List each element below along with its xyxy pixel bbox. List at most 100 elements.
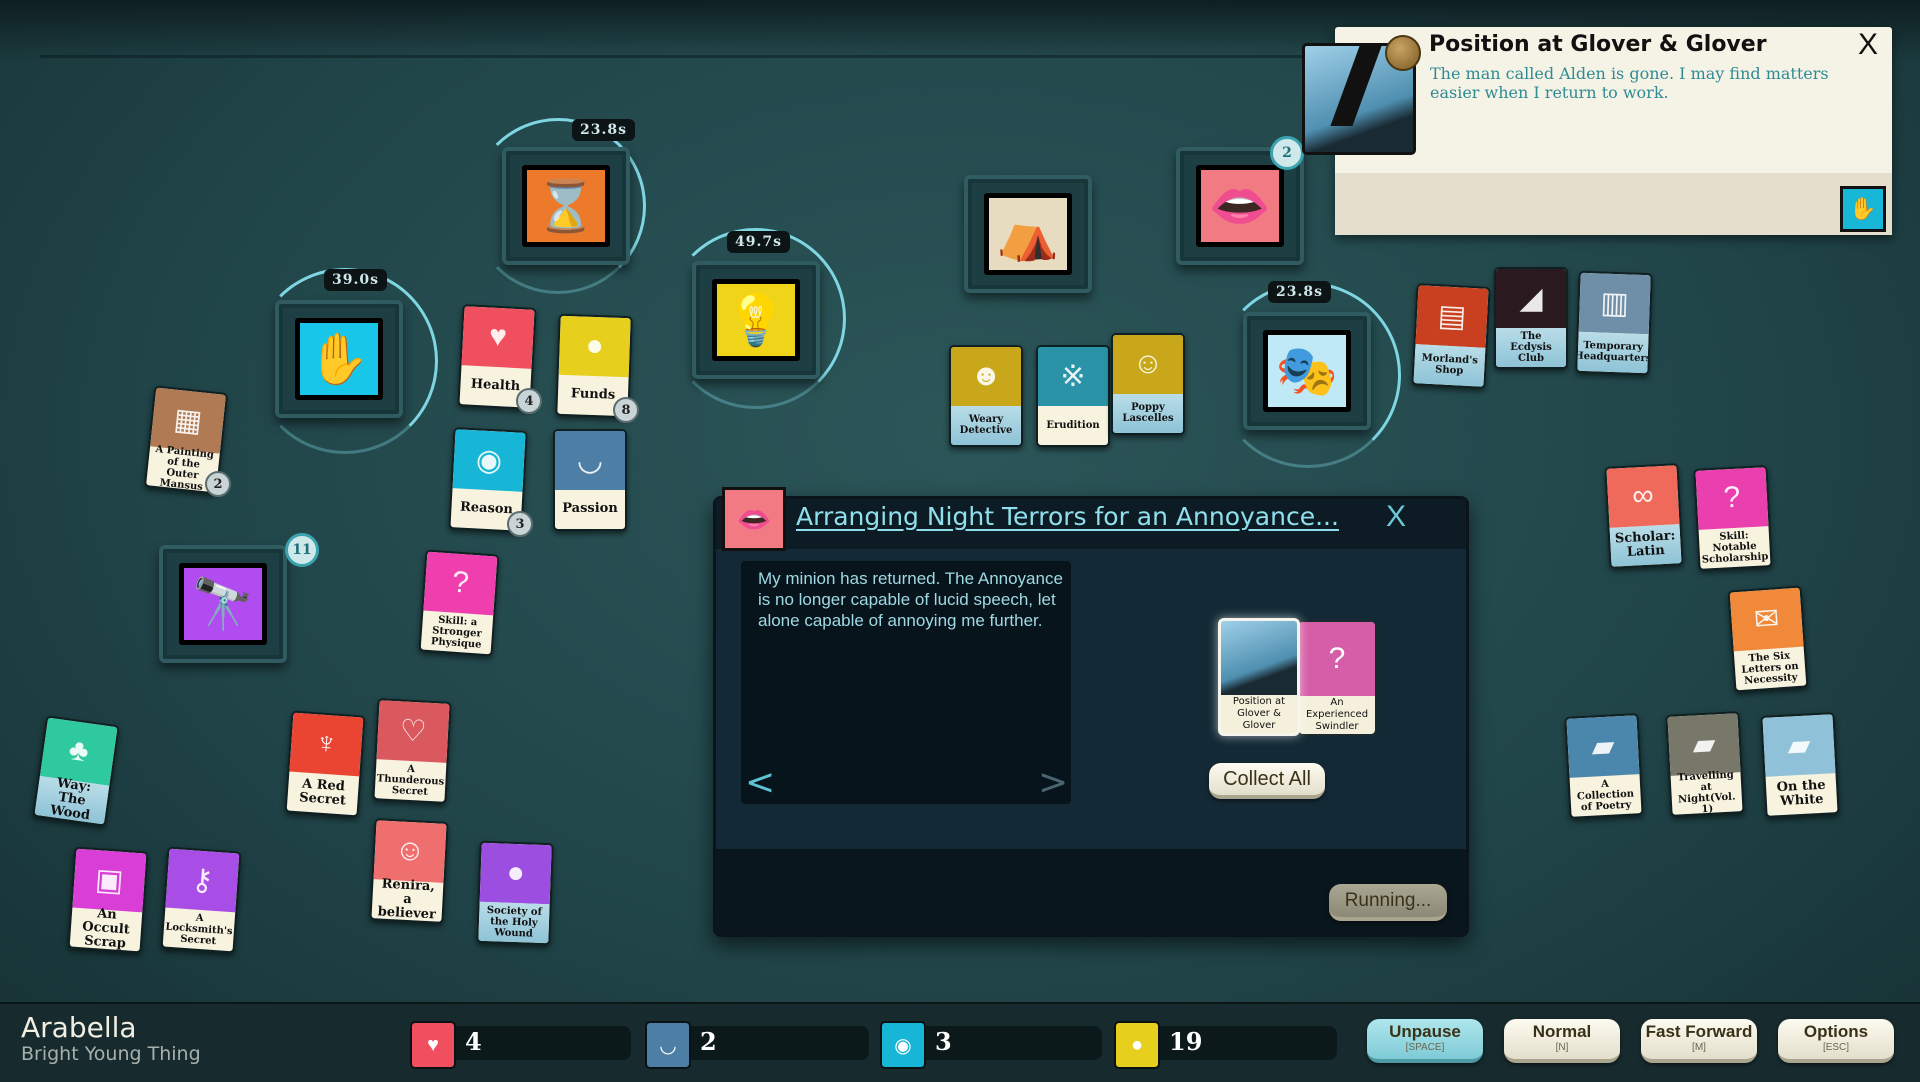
unpause-button[interactable]: Unpause [SPACE] [1367, 1019, 1483, 1063]
card-label: Temporary Headquarters [1575, 331, 1652, 374]
card[interactable]: ◡ Passion [553, 429, 627, 531]
output-card-label: Position at Glover & Glover [1232, 695, 1286, 731]
shortcut-hint: [N] [1555, 1042, 1569, 1053]
player-name: Arabella [21, 1011, 137, 1044]
normal-button[interactable]: Normal [N] [1504, 1019, 1620, 1063]
card-art-icon: ♡ [376, 700, 450, 763]
card-label: Way: The Wood [34, 775, 110, 825]
hourglass-icon: ⌛ [522, 165, 610, 247]
card-label: A Collection of Poetry [1576, 778, 1635, 814]
resource-count: 19 [1169, 1027, 1203, 1056]
card[interactable]: ▥ Temporary Headquarters [1575, 270, 1653, 376]
card[interactable]: ♆ A Red Secret [284, 710, 366, 818]
card-stack-count: 4 [516, 388, 542, 414]
card[interactable]: ▰ Travelling at Night(Vol. 1) [1665, 711, 1745, 817]
card[interactable]: ♣ Way: The Wood [32, 715, 120, 827]
card[interactable]: ▣ An Occult Scrap [67, 846, 149, 954]
card-art-icon: ∞ [1606, 465, 1680, 528]
lips-icon: 👄 [722, 487, 786, 551]
card[interactable]: ? Skill: Notable Scholarship [1693, 465, 1773, 571]
card-art-icon: ♆ [289, 712, 364, 777]
options-button[interactable]: Options [ESC] [1778, 1019, 1894, 1063]
card[interactable]: ⚷ A Locksmith's Secret [160, 846, 242, 954]
verb-timer: 23.8s [1268, 281, 1331, 303]
fast-forward-button[interactable]: Fast Forward [M] [1641, 1019, 1757, 1063]
verb-count-badge: 11 [285, 533, 319, 567]
card-stack-count: 3 [507, 511, 533, 537]
output-card[interactable]: ? An Experienced Swindler [1297, 620, 1377, 736]
situation-text: My minion has returned. The Annoyance is… [758, 569, 1063, 630]
card-art-icon: ◢ [1496, 269, 1566, 328]
card[interactable]: ∞ Scholar: Latin [1604, 463, 1684, 569]
card[interactable]: ✉ The Six Letters on Necessity [1727, 585, 1809, 693]
verb-work[interactable]: ✋ [275, 300, 403, 418]
lips-icon: 👄 [1196, 165, 1284, 247]
verb-dream[interactable]: 🎭 [1243, 312, 1371, 430]
output-card-label: An Experienced Swindler [1305, 696, 1369, 732]
coin-icon [1385, 35, 1421, 71]
card-label: Society of the Holy Wound [478, 901, 550, 944]
card-art-icon: ● [558, 315, 631, 378]
card-art-icon: ▰ [1566, 715, 1640, 778]
verb-timer: 49.7s [727, 231, 790, 253]
card[interactable]: ☺ Poppy Lascelles [1111, 333, 1185, 435]
card[interactable]: ● Society of the Holy Wound [476, 840, 554, 946]
notification-text: The man called Alden is gone. I may find… [1430, 64, 1829, 102]
card-art-icon: ▥ [1578, 272, 1651, 335]
previous-page-button[interactable]: < [745, 762, 775, 803]
verb-time[interactable]: ⌛ [502, 147, 630, 265]
verb-explore[interactable]: 🔭 [159, 545, 287, 663]
button-label: Options [1803, 1022, 1869, 1041]
card[interactable]: ◢ The Ecdysis Club [1494, 267, 1568, 369]
lightbulb-icon: 💡 [712, 279, 800, 361]
card-label: Weary Detective [951, 405, 1021, 445]
card-art-icon: ▰ [1762, 714, 1836, 777]
verb-study[interactable]: 💡 [692, 261, 820, 379]
card-art-icon: ◉ [452, 429, 526, 492]
card-art-icon: ♥ [461, 306, 535, 369]
card-label: A Red Secret [298, 776, 347, 809]
verb-explore-tent[interactable]: ⛺ [964, 175, 1092, 293]
card[interactable]: ▤ Morland's Shop [1411, 283, 1491, 389]
collect-all-button[interactable]: Collect All [1209, 763, 1325, 799]
card-label: On the White [1776, 778, 1827, 810]
card-label: The Six Letters on Necessity [1741, 650, 1800, 687]
card-label: Poppy Lascelles [1113, 393, 1183, 433]
card[interactable]: ▰ On the White [1760, 712, 1840, 818]
card[interactable]: ☻ Weary Detective [949, 345, 1023, 447]
button-label: Normal [1532, 1022, 1592, 1041]
verb-count-badge: 2 [1270, 136, 1304, 170]
card[interactable]: ? Skill: a Stronger Physique [418, 549, 500, 657]
card-art-icon: ☺ [1113, 335, 1183, 394]
card-art-icon: ● [479, 842, 552, 905]
card-label: Skill: a Stronger Physique [430, 614, 483, 651]
card-label: Skill: Notable Scholarship [1701, 530, 1769, 566]
next-page-button[interactable]: > [1038, 762, 1068, 803]
card-label: Passion [562, 501, 618, 517]
shortcut-hint: [SPACE] [1405, 1042, 1445, 1053]
situation-close-button[interactable]: X [1386, 500, 1406, 534]
card-art-icon: ◡ [555, 431, 625, 490]
card-label: Scholar: Latin [1609, 523, 1682, 567]
card[interactable]: ▰ A Collection of Poetry [1564, 713, 1644, 819]
eye-icon: ◉ [880, 1021, 926, 1069]
card-art-icon: ▣ [72, 848, 147, 913]
card-art-icon: ☺ [373, 820, 447, 883]
card[interactable]: ♡ A Thunderous Secret [372, 698, 452, 804]
work-verb-icon[interactable]: ✋ [1840, 186, 1886, 232]
card[interactable]: ☺ Renira, a believer [369, 818, 449, 924]
situation-title[interactable]: Arranging Night Terrors for an Annoyance… [796, 502, 1339, 531]
card-art-icon: ? [1695, 467, 1769, 530]
card-label: A Locksmith's Secret [164, 912, 233, 948]
resource-count: 2 [700, 1027, 717, 1056]
card-art-icon: ⚷ [165, 848, 240, 913]
running-button[interactable]: Running... [1329, 884, 1447, 921]
notification-close-button[interactable]: X [1858, 28, 1878, 62]
card-label: A Thunderous Secret [376, 763, 445, 798]
verb-timer: 23.8s [572, 119, 635, 141]
mask-icon: 🎭 [1263, 330, 1351, 412]
card[interactable]: ※ Erudition [1036, 345, 1110, 447]
card-label: An Occult Scrap [81, 906, 131, 952]
output-card[interactable]: Position at Glover & Glover [1218, 618, 1300, 736]
hand-eye-icon: ✋ [295, 318, 383, 400]
